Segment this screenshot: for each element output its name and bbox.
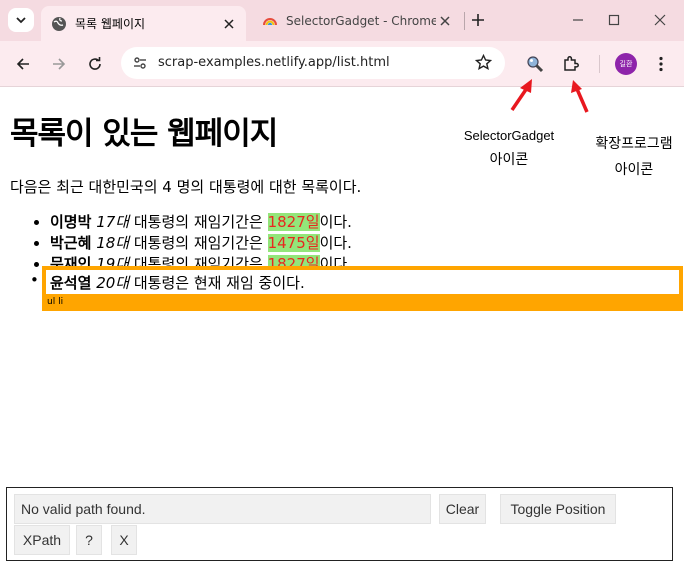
annotation-line: 아이콘 (614, 161, 654, 177)
extensions-annotation: 확장프로그램 아이콘 (584, 133, 684, 179)
annotation-line: 아이콘 (489, 151, 529, 167)
arrow-to-extensions-icon (571, 80, 589, 113)
annotation-arrows (510, 79, 589, 113)
annotation-line: 확장프로그램 (595, 135, 673, 151)
annotation-line: SelectorGadget (463, 128, 555, 143)
arrow-to-selectorgadget-icon (510, 79, 532, 111)
selectorgadget-annotation: SelectorGadget 아이콘 (455, 128, 563, 169)
